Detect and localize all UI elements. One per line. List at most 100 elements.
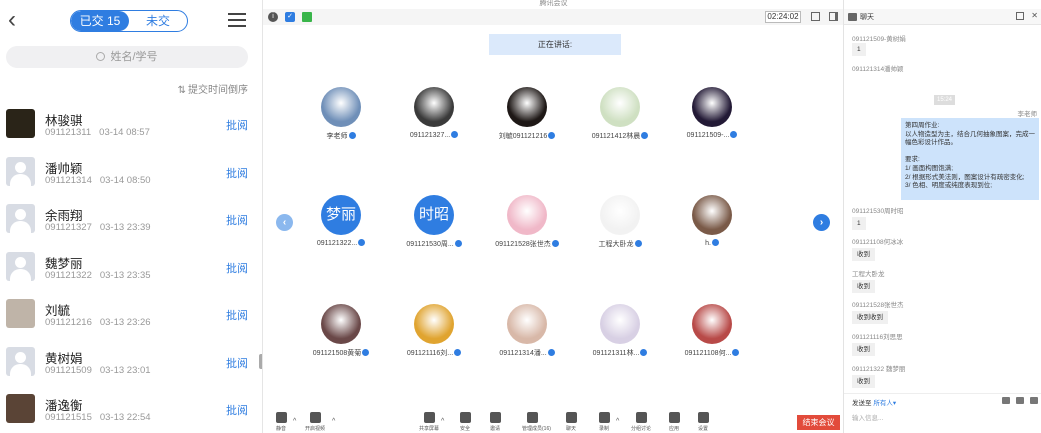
chat-icon xyxy=(848,13,857,21)
toolbar-button[interactable]: 安全 xyxy=(455,412,475,432)
participant-tile[interactable]: 091121528张世杰 xyxy=(482,195,572,257)
participant-avatar: 时昭 xyxy=(414,195,454,235)
chat-footer: 发送至 所有人▾ 输入信息... xyxy=(844,393,1041,433)
student-row[interactable]: 余雨翔 091121327 03-13 23:39 批阅 xyxy=(0,195,258,243)
message-line: 1/ 画面构图饱满; xyxy=(905,164,954,172)
sender-name: 091121530周时昭 xyxy=(852,208,904,215)
screenshot-icon[interactable] xyxy=(1002,397,1010,404)
participant-avatar xyxy=(321,304,361,344)
toolbar-button[interactable]: 聊天 xyxy=(561,412,581,432)
mic-status-icon xyxy=(454,240,462,247)
student-row[interactable]: 潘帅颖 091121314 03-14 08:50 批阅 xyxy=(0,148,258,196)
mic-status-icon xyxy=(454,349,462,356)
mic-options-icon[interactable]: ^ xyxy=(293,418,296,425)
participant-label: 091121311林... xyxy=(575,348,665,358)
font-icon[interactable] xyxy=(1030,397,1038,404)
review-link[interactable]: 批阅 xyxy=(226,117,248,133)
student-row[interactable]: 林骏骐 091121311 03-14 08:57 批阅 xyxy=(0,100,258,148)
avatar xyxy=(6,156,35,186)
toolbar-button[interactable]: 设置 xyxy=(693,412,713,432)
info-icon[interactable]: i xyxy=(268,12,278,22)
toolbar-button[interactable]: 应用 xyxy=(664,412,684,432)
participant-tile[interactable]: 091121508黄菊 xyxy=(296,304,386,366)
avatar-body xyxy=(10,363,31,376)
toolbar-button[interactable]: 共享屏幕 xyxy=(419,412,439,432)
participant-avatar xyxy=(600,304,640,344)
review-link[interactable]: 批阅 xyxy=(226,165,248,181)
participant-tile[interactable]: 时昭 091121530周... xyxy=(389,195,479,257)
menu-icon[interactable] xyxy=(228,13,246,27)
record-options-icon[interactable]: ^ xyxy=(616,418,619,425)
avatar xyxy=(6,346,35,376)
tab-unsubmitted[interactable]: 未交 xyxy=(129,11,187,31)
participant-tile[interactable]: 091121311林... xyxy=(575,304,665,366)
review-link[interactable]: 批阅 xyxy=(226,212,248,228)
toolbar-button[interactable]: 邀请 xyxy=(485,412,505,432)
participant-label: 091121116刘... xyxy=(389,348,479,358)
participant-tile[interactable]: h. xyxy=(667,195,757,257)
toolbar-button[interactable]: 静音 xyxy=(271,412,291,432)
participant-tile[interactable]: 091121314潘... xyxy=(482,304,572,366)
student-row[interactable]: 魏梦丽 091121322 03-13 23:35 批阅 xyxy=(0,243,258,291)
chevron-left-icon[interactable]: ‹ xyxy=(8,8,26,32)
participant-tile[interactable]: 李老师 xyxy=(296,87,386,149)
toolbar-button[interactable]: 录制 xyxy=(594,412,614,432)
participant-avatar xyxy=(507,304,547,344)
prev-page-icon[interactable]: ‹ xyxy=(276,214,293,231)
review-link[interactable]: 批阅 xyxy=(226,260,248,276)
send-to-label: 发送至 xyxy=(852,400,872,407)
record-icon xyxy=(598,412,610,423)
meeting-top-bar: i ✓ 02:24:02 xyxy=(263,9,844,25)
participant-tile[interactable]: 091121116刘... xyxy=(389,304,479,366)
avatar-head xyxy=(15,209,26,220)
participant-avatar xyxy=(414,304,454,344)
share-options-icon[interactable]: ^ xyxy=(441,418,444,425)
participant-label: 091121508黄菊 xyxy=(296,348,386,358)
participant-label: 091121327... xyxy=(389,131,479,139)
review-link[interactable]: 批阅 xyxy=(226,307,248,323)
review-link[interactable]: 批阅 xyxy=(226,355,248,371)
image-icon[interactable] xyxy=(1016,397,1024,404)
participant-tile[interactable]: 梦丽 091121322... xyxy=(296,195,386,257)
sort-button[interactable]: ⇅ 提交时间倒序 xyxy=(178,81,248,96)
toolbar-button[interactable]: 开启视频 xyxy=(305,412,325,432)
participant-avatar xyxy=(692,195,732,235)
review-link[interactable]: 批阅 xyxy=(226,402,248,418)
popout-icon[interactable] xyxy=(1016,12,1024,20)
layout-icon[interactable] xyxy=(829,12,838,21)
shield-icon[interactable]: ✓ xyxy=(285,12,295,22)
student-meta: 091121216 03-13 23:26 xyxy=(45,317,151,328)
tab-submitted[interactable]: 已交 15 xyxy=(71,11,129,31)
sender-name: 091121108何冰冰 xyxy=(852,239,904,246)
end-meeting-button[interactable]: 结束会议 xyxy=(797,415,840,430)
mic-status-icon xyxy=(548,132,556,139)
student-row[interactable]: 刘毓 091121216 03-13 23:26 批阅 xyxy=(0,290,258,338)
message-timestamp: 15:24 xyxy=(934,95,955,105)
participant-tile[interactable]: 091121412林晨 xyxy=(575,87,665,149)
participant-tile[interactable]: 091121327... xyxy=(389,87,479,149)
submit-time: 03-14 08:57 xyxy=(99,127,150,138)
participant-tile[interactable]: 刘毓091121216 xyxy=(482,87,572,149)
fullscreen-icon[interactable] xyxy=(811,12,820,21)
student-meta: 091121327 03-13 23:39 xyxy=(45,222,151,233)
participant-tile[interactable]: 091121509-... xyxy=(667,87,757,149)
sort-icon: ⇅ xyxy=(177,85,186,96)
student-meta: 091121322 03-13 23:35 xyxy=(45,270,151,281)
student-row[interactable]: 黄树娟 091121509 03-13 23:01 批阅 xyxy=(0,338,258,386)
next-page-icon[interactable]: › xyxy=(813,214,830,231)
participant-tile[interactable]: 091121108何... xyxy=(667,304,757,366)
participant-tile[interactable]: 工程大卧龙 xyxy=(575,195,665,257)
toolbar-button[interactable]: 分组讨论 xyxy=(631,412,651,432)
search-input[interactable]: 姓名/学号 xyxy=(6,46,248,68)
video-options-icon[interactable]: ^ xyxy=(332,418,335,425)
apps-icon xyxy=(668,412,680,423)
close-icon[interactable]: ✕ xyxy=(1031,11,1038,20)
toolbar-label: 管理成员(16) xyxy=(522,426,551,432)
send-to-selector[interactable]: 发送至 所有人▾ xyxy=(852,397,896,407)
submission-tabs: 已交 15 未交 xyxy=(70,10,188,32)
chat-input[interactable]: 输入信息... xyxy=(852,412,883,422)
microphone-icon xyxy=(275,412,287,423)
avatar-body xyxy=(10,268,31,281)
toolbar-button[interactable]: 管理成员(16) xyxy=(522,412,551,432)
student-row[interactable]: 潘逸衡 091121515 03-13 22:54 批阅 xyxy=(0,385,258,433)
